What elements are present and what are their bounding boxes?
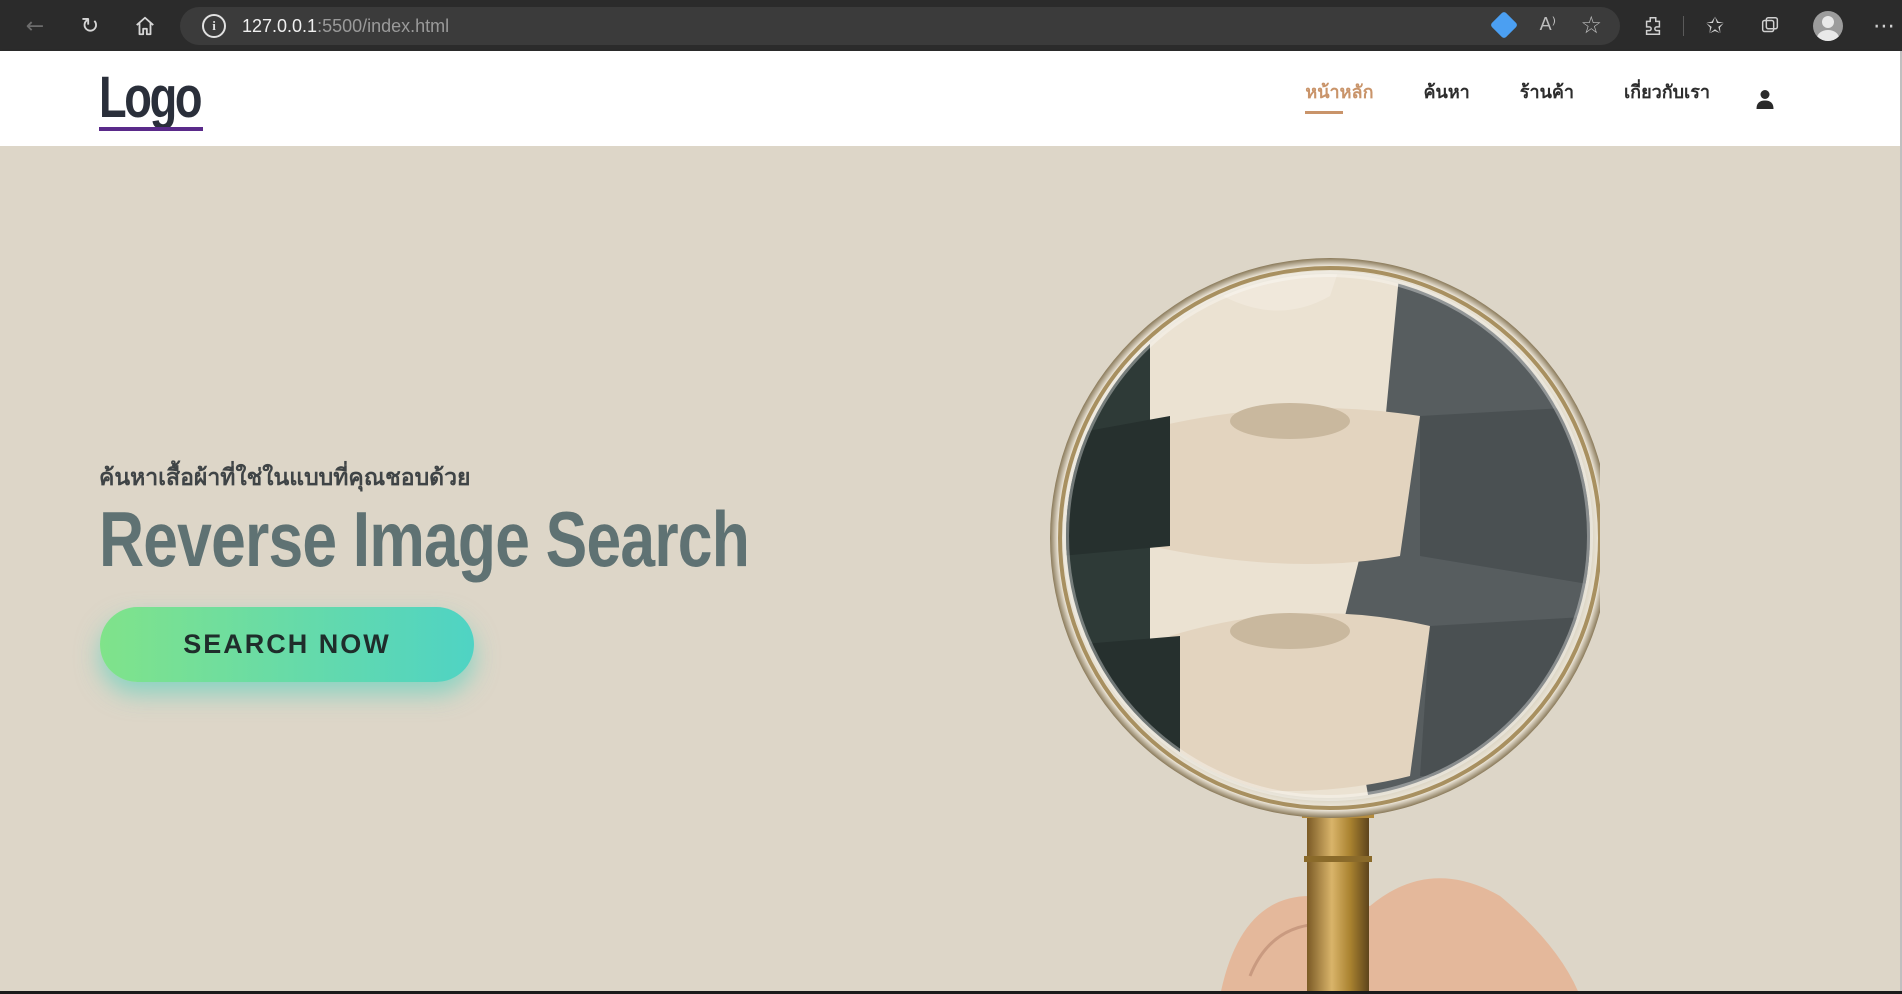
nav-item-shop[interactable]: ร้านค้า [1520, 77, 1574, 112]
info-icon[interactable]: i [202, 14, 226, 38]
read-aloud-icon[interactable]: A⁾ [1540, 14, 1556, 35]
address-bar[interactable]: i 127.0.0.1:5500/index.html A⁾ ☆ [180, 7, 1620, 45]
search-now-button[interactable]: SEARCH NOW [100, 607, 474, 682]
site-header: Logo หน้าหลัก ค้นหา ร้านค้า เกี่ยวกับเรา [0, 51, 1900, 146]
collections-icon[interactable] [1752, 8, 1788, 44]
user-icon[interactable] [1755, 89, 1775, 109]
logo[interactable]: Logo [99, 65, 203, 131]
home-icon[interactable] [127, 8, 163, 44]
nav-item-about[interactable]: เกี่ยวกับเรา [1624, 77, 1710, 112]
nav-item-search[interactable]: ค้นหา [1423, 77, 1469, 112]
extensions-icon[interactable] [1635, 8, 1671, 44]
hero-section: ค้นหาเสื้อผ้าที่ใช่ในแบบที่คุณชอบด้วย Re… [0, 146, 1900, 991]
tag-icon[interactable] [1489, 10, 1519, 40]
logo-underline [99, 127, 203, 131]
main-nav: หน้าหลัก ค้นหา ร้านค้า เกี่ยวกับเรา [1305, 77, 1710, 114]
nav-item-home[interactable]: หน้าหลัก [1305, 77, 1373, 114]
favorites-icon[interactable]: ✩ [1697, 8, 1733, 44]
more-icon[interactable]: ⋯ [1866, 8, 1902, 44]
favorite-icon[interactable]: ☆ [1580, 11, 1602, 39]
url-text: 127.0.0.1:5500/index.html [242, 15, 450, 36]
toolbar-divider [1683, 16, 1684, 36]
magnifier-image [1050, 258, 1600, 991]
browser-toolbar: ← ↻ i 127.0.0.1:5500/index.html A⁾ ☆ ✩ ⋯ [0, 0, 1902, 51]
profile-icon[interactable] [1813, 11, 1843, 41]
back-icon[interactable]: ← [17, 8, 53, 44]
hero-title: Reverse Image Search [99, 495, 750, 583]
reload-icon[interactable]: ↻ [72, 8, 108, 44]
